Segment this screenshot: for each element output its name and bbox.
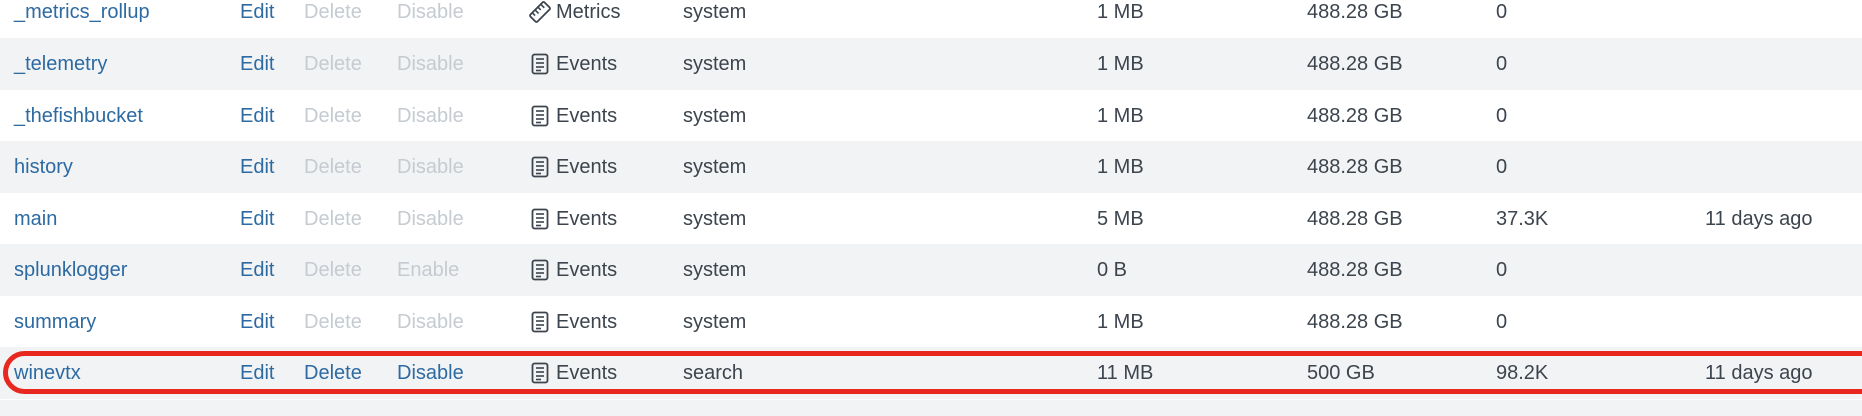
events-icon	[528, 361, 552, 385]
app-value: search	[683, 362, 744, 384]
events-icon	[528, 310, 552, 334]
current-size: 1 MB	[1097, 105, 1144, 127]
table-row: splunklogger Edit Delete Enable Events s…	[0, 244, 1862, 296]
index-type-label: Metrics	[556, 1, 621, 23]
latest-event: 11 days ago	[1705, 362, 1813, 384]
app-value: system	[683, 208, 747, 230]
index-name-link[interactable]: _thefishbucket	[14, 90, 143, 142]
events-icon	[528, 258, 552, 282]
event-count: 0	[1496, 105, 1508, 127]
event-count: 0	[1496, 259, 1508, 281]
events-icon	[528, 207, 552, 231]
max-size: 488.28 GB	[1307, 105, 1403, 127]
delete-link: Delete	[304, 259, 362, 281]
event-count: 0	[1496, 156, 1508, 178]
current-size: 1 MB	[1097, 53, 1144, 75]
index-type-label: Events	[556, 362, 618, 384]
app-value: system	[683, 259, 747, 281]
index-type: Events	[528, 38, 617, 90]
index-name-link[interactable]: _metrics_rollup	[14, 0, 150, 38]
index-name-link[interactable]: _telemetry	[14, 38, 107, 90]
current-size: 1 MB	[1097, 311, 1144, 333]
index-type-label: Events	[556, 311, 618, 333]
index-type: Events	[528, 90, 617, 142]
delete-link: Delete	[304, 208, 362, 230]
table-row: _thefishbucket Edit Delete Disable Event…	[0, 90, 1862, 142]
table-row: main Edit Delete Disable Events system 5…	[0, 193, 1862, 245]
disable-link: Disable	[397, 208, 464, 230]
max-size: 488.28 GB	[1307, 311, 1403, 333]
disable-link: Disable	[397, 1, 464, 23]
index-type: Events	[528, 244, 617, 296]
event-count: 0	[1496, 53, 1508, 75]
delete-link: Delete	[304, 53, 362, 75]
edit-link[interactable]: Edit	[240, 347, 274, 399]
current-size: 11 MB	[1097, 362, 1154, 384]
event-count: 0	[1496, 1, 1508, 23]
event-count: 0	[1496, 311, 1508, 333]
index-type: Metrics	[528, 0, 620, 38]
index-type: Events	[528, 347, 617, 399]
index-name-link[interactable]: winevtx	[14, 347, 81, 399]
index-name-link[interactable]: history	[14, 141, 73, 193]
index-type: Events	[528, 193, 617, 245]
enable-link: Enable	[397, 259, 460, 281]
current-size: 1 MB	[1097, 156, 1144, 178]
max-size: 500 GB	[1307, 362, 1375, 384]
table-row: winevtx Edit Delete Disable Events searc…	[0, 347, 1862, 399]
edit-link[interactable]: Edit	[240, 141, 274, 193]
delete-link: Delete	[304, 156, 362, 178]
table-row: history Edit Delete Disable Events syste…	[0, 141, 1862, 193]
events-icon	[528, 155, 552, 179]
index-type-label: Events	[556, 156, 618, 178]
events-icon	[528, 104, 552, 128]
index-type: Events	[528, 296, 617, 348]
disable-link: Disable	[397, 156, 464, 178]
event-count: 98.2K	[1496, 362, 1549, 384]
edit-link[interactable]: Edit	[240, 296, 274, 348]
app-value: system	[683, 1, 747, 23]
index-name-link[interactable]: splunklogger	[14, 244, 127, 296]
disable-link[interactable]: Disable	[397, 347, 464, 399]
max-size: 488.28 GB	[1307, 1, 1403, 23]
edit-link[interactable]: Edit	[240, 90, 274, 142]
max-size: 488.28 GB	[1307, 259, 1403, 281]
app-value: system	[683, 53, 747, 75]
table-row: _telemetry Edit Delete Disable Events sy…	[0, 38, 1862, 90]
app-value: system	[683, 311, 747, 333]
disable-link: Disable	[397, 53, 464, 75]
delete-link: Delete	[304, 311, 362, 333]
index-type-label: Events	[556, 105, 618, 127]
edit-link[interactable]: Edit	[240, 38, 274, 90]
latest-event: 11 days ago	[1705, 208, 1813, 230]
index-type-label: Events	[556, 208, 618, 230]
delete-link: Delete	[304, 105, 362, 127]
index-type-label: Events	[556, 53, 618, 75]
index-name-link[interactable]: main	[14, 193, 57, 245]
max-size: 488.28 GB	[1307, 53, 1403, 75]
index-type-label: Events	[556, 259, 618, 281]
event-count: 37.3K	[1496, 208, 1549, 230]
max-size: 488.28 GB	[1307, 208, 1403, 230]
disable-link: Disable	[397, 105, 464, 127]
delete-link: Delete	[304, 1, 362, 23]
index-type: Events	[528, 141, 617, 193]
table-row: summary Edit Delete Disable Events syste…	[0, 296, 1862, 348]
metrics-icon	[528, 0, 552, 24]
table-row-partial	[0, 400, 1862, 416]
current-size: 5 MB	[1097, 208, 1144, 230]
app-value: system	[683, 105, 747, 127]
edit-link[interactable]: Edit	[240, 0, 274, 38]
max-size: 488.28 GB	[1307, 156, 1403, 178]
disable-link: Disable	[397, 311, 464, 333]
current-size: 1 MB	[1097, 1, 1144, 23]
app-value: system	[683, 156, 747, 178]
edit-link[interactable]: Edit	[240, 244, 274, 296]
events-icon	[528, 52, 552, 76]
index-name-link[interactable]: summary	[14, 296, 96, 348]
current-size: 0 B	[1097, 259, 1128, 281]
table-row: _metrics_rollup Edit Delete Disable Metr…	[0, 0, 1862, 38]
delete-link[interactable]: Delete	[304, 347, 362, 399]
edit-link[interactable]: Edit	[240, 193, 274, 245]
